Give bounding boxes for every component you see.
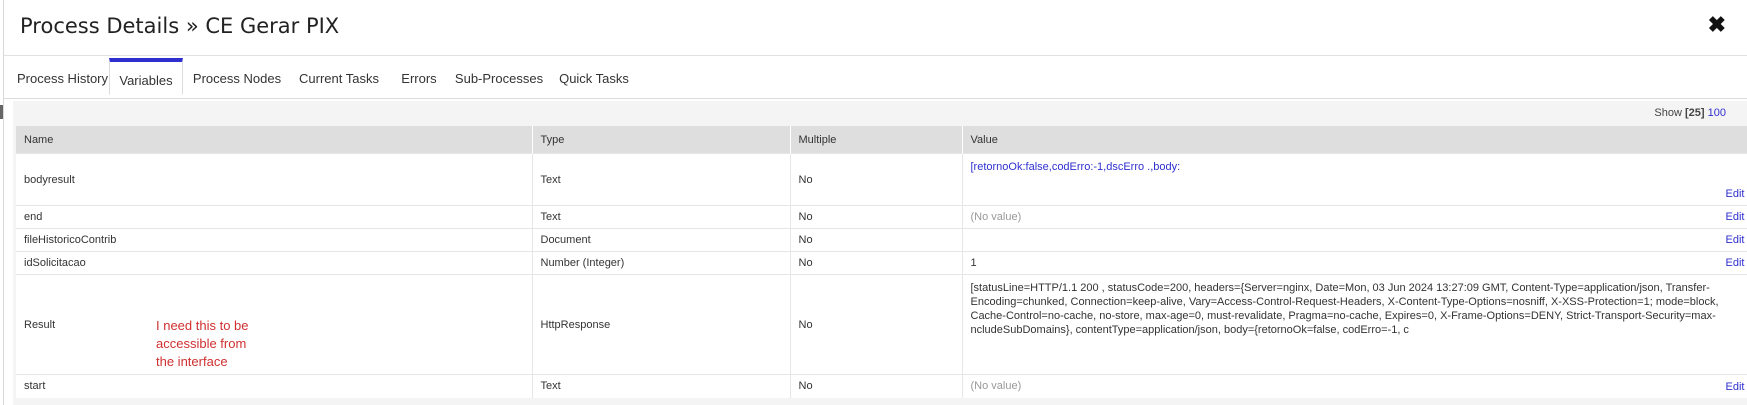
table-row: end Text No (No value) Edit <box>16 205 1747 229</box>
variable-value: (No value) <box>970 211 1022 223</box>
variable-value-cell: [statusLine=HTTP/1.1 200 , statusCode=20… <box>962 274 1747 375</box>
variable-multiple: No <box>790 228 963 252</box>
tab-quick-tasks[interactable]: Quick Tasks <box>549 62 639 98</box>
close-icon[interactable]: ✖ <box>1708 14 1726 36</box>
variable-type: Number (Integer) <box>532 251 791 275</box>
variables-table: Name Type Multiple Value bodyresult Text… <box>16 126 1747 398</box>
page-size-100-link[interactable]: 100 <box>1708 107 1726 119</box>
variable-type: HttpResponse <box>532 274 791 375</box>
variable-value: [statusLine=HTTP/1.1 200 , statusCode=20… <box>970 282 1719 336</box>
variable-name: end <box>16 205 533 229</box>
tab-sub-processes[interactable]: Sub-Processes <box>449 62 549 98</box>
variable-value-link[interactable]: [retornoOk:false,codErro:-1,dscErro .,bo… <box>971 160 1743 174</box>
variable-value-cell: 1 Edit <box>962 251 1747 275</box>
variable-multiple: No <box>790 153 963 206</box>
edit-link[interactable]: Edit <box>1726 257 1745 269</box>
table-row: start Text No (No value) Edit <box>16 374 1747 398</box>
variable-multiple: No <box>790 205 963 229</box>
page-size-selector: Show [25] 100 <box>1654 107 1726 119</box>
tab-bar: Process History Variables Process Nodes … <box>4 58 1747 99</box>
annotation-note: I need this to be accessible from the in… <box>156 318 249 369</box>
variable-multiple: No <box>790 274 963 375</box>
variable-value: (No value) <box>970 380 1022 393</box>
edit-link[interactable]: Edit <box>1726 234 1745 246</box>
column-header-multiple[interactable]: Multiple <box>790 126 963 154</box>
tab-variables[interactable]: Variables <box>109 58 183 95</box>
variable-type: Text <box>532 153 791 206</box>
tab-process-nodes[interactable]: Process Nodes <box>185 62 289 98</box>
variable-value-cell: Edit <box>962 228 1747 252</box>
modal-title: Process Details » CE Gerar PIX <box>20 14 340 38</box>
edit-link[interactable]: Edit <box>1726 381 1745 393</box>
table-row: bodyresult Text No [retornoOk:false,codE… <box>16 153 1747 206</box>
process-details-modal: Process Details » CE Gerar PIX ✖ Process… <box>3 0 1747 405</box>
show-label: Show <box>1654 107 1682 119</box>
table-row: fileHistoricoContrib Document No Edit <box>16 228 1747 252</box>
variable-name: idSolicitacao <box>16 251 533 275</box>
table-row: Result HttpResponse No [statusLine=HTTP/… <box>16 274 1747 375</box>
variable-type: Document <box>532 228 791 252</box>
variable-multiple: No <box>790 251 963 275</box>
modal-header: Process Details » CE Gerar PIX ✖ <box>4 0 1747 56</box>
variable-value-cell: [retornoOk:false,codErro:-1,dscErro .,bo… <box>962 153 1747 206</box>
variable-value-cell: (No value) Edit <box>962 374 1747 398</box>
table-row: idSolicitacao Number (Integer) No 1 Edit <box>16 251 1747 275</box>
column-header-value[interactable]: Value <box>962 126 1747 154</box>
variable-value: 1 <box>970 257 977 269</box>
edit-link[interactable]: Edit <box>1726 188 1745 200</box>
edit-link[interactable]: Edit <box>1726 211 1745 223</box>
variable-value-cell: (No value) Edit <box>962 205 1747 229</box>
variable-multiple: No <box>790 374 963 398</box>
variable-type: Text <box>532 205 791 229</box>
column-header-name[interactable]: Name <box>16 126 533 154</box>
variable-name: bodyresult <box>16 153 533 206</box>
tab-errors[interactable]: Errors <box>389 62 449 98</box>
variable-type: Text <box>532 374 791 398</box>
tab-process-history[interactable]: Process History <box>10 62 115 98</box>
variables-grid: Show [25] 100 Name Type Multiple Value b… <box>13 101 1747 405</box>
variable-name: start <box>16 374 533 398</box>
page-size-current: [25] <box>1685 107 1705 119</box>
column-header-type[interactable]: Type <box>532 126 791 154</box>
table-header-row: Name Type Multiple Value <box>16 126 1747 154</box>
tab-current-tasks[interactable]: Current Tasks <box>289 62 389 98</box>
variable-name: Result <box>16 274 533 375</box>
variable-name: fileHistoricoContrib <box>16 228 533 252</box>
